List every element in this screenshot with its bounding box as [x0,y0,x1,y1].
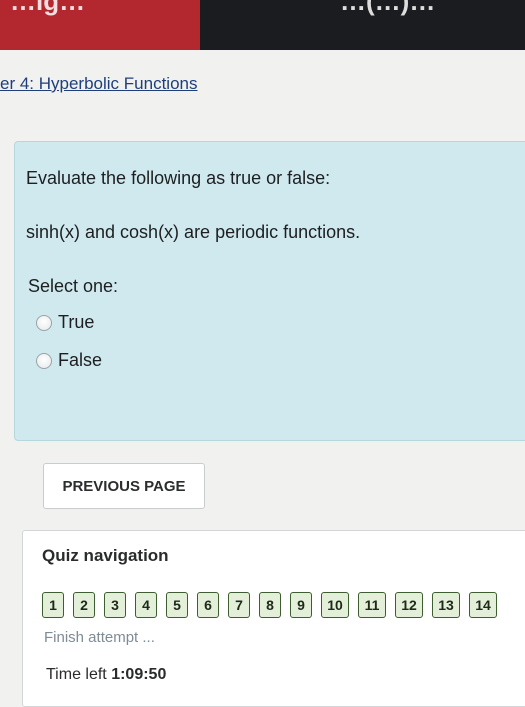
quiz-question-buttons: 1 2 3 4 5 6 7 8 9 10 11 12 13 14 [42,592,506,618]
question-button-10[interactable]: 10 [321,592,349,618]
option-true-label[interactable]: True [58,312,94,333]
question-button-11[interactable]: 11 [358,592,386,618]
previous-page-button[interactable]: PREVIOUS PAGE [43,463,205,509]
question-button-12[interactable]: 12 [395,592,423,618]
question-button-5[interactable]: 5 [166,592,188,618]
course-title-fragment: …ig… [10,0,86,16]
question-button-1[interactable]: 1 [42,592,64,618]
option-false-label[interactable]: False [58,350,102,371]
top-bar: …ig… …(…)… [0,0,525,50]
option-false[interactable]: False [36,350,102,371]
question-button-2[interactable]: 2 [73,592,95,618]
breadcrumb-link[interactable]: er 4: Hyperbolic Functions [0,74,197,94]
question-button-6[interactable]: 6 [197,592,219,618]
question-statement: sinh(x) and cosh(x) are periodic functio… [26,222,361,242]
question-button-14[interactable]: 14 [469,592,497,618]
question-button-3[interactable]: 3 [104,592,126,618]
time-left: Time left 1:09:50 [46,666,166,684]
radio-true[interactable] [36,314,52,331]
question-button-13[interactable]: 13 [432,592,460,618]
question-button-9[interactable]: 9 [290,592,312,618]
question-prompt: Evaluate the following as true or false: [26,168,331,188]
header-text-fragment: …(…)… [340,0,436,16]
select-one-label: Select one: [28,276,119,296]
top-bar-right-segment: …(…)… [200,0,525,50]
question-button-4[interactable]: 4 [135,592,157,618]
quiz-navigation-title: Quiz navigation [42,546,169,565]
time-left-label: Time left [46,666,112,683]
time-left-value: 1:09:50 [111,666,167,683]
question-button-7[interactable]: 7 [228,592,250,618]
top-bar-left-segment: …ig… [0,0,200,50]
option-true[interactable]: True [36,312,94,333]
question-button-8[interactable]: 8 [259,592,281,618]
radio-false[interactable] [36,352,52,369]
finish-attempt-link[interactable]: Finish attempt ... [44,629,155,646]
